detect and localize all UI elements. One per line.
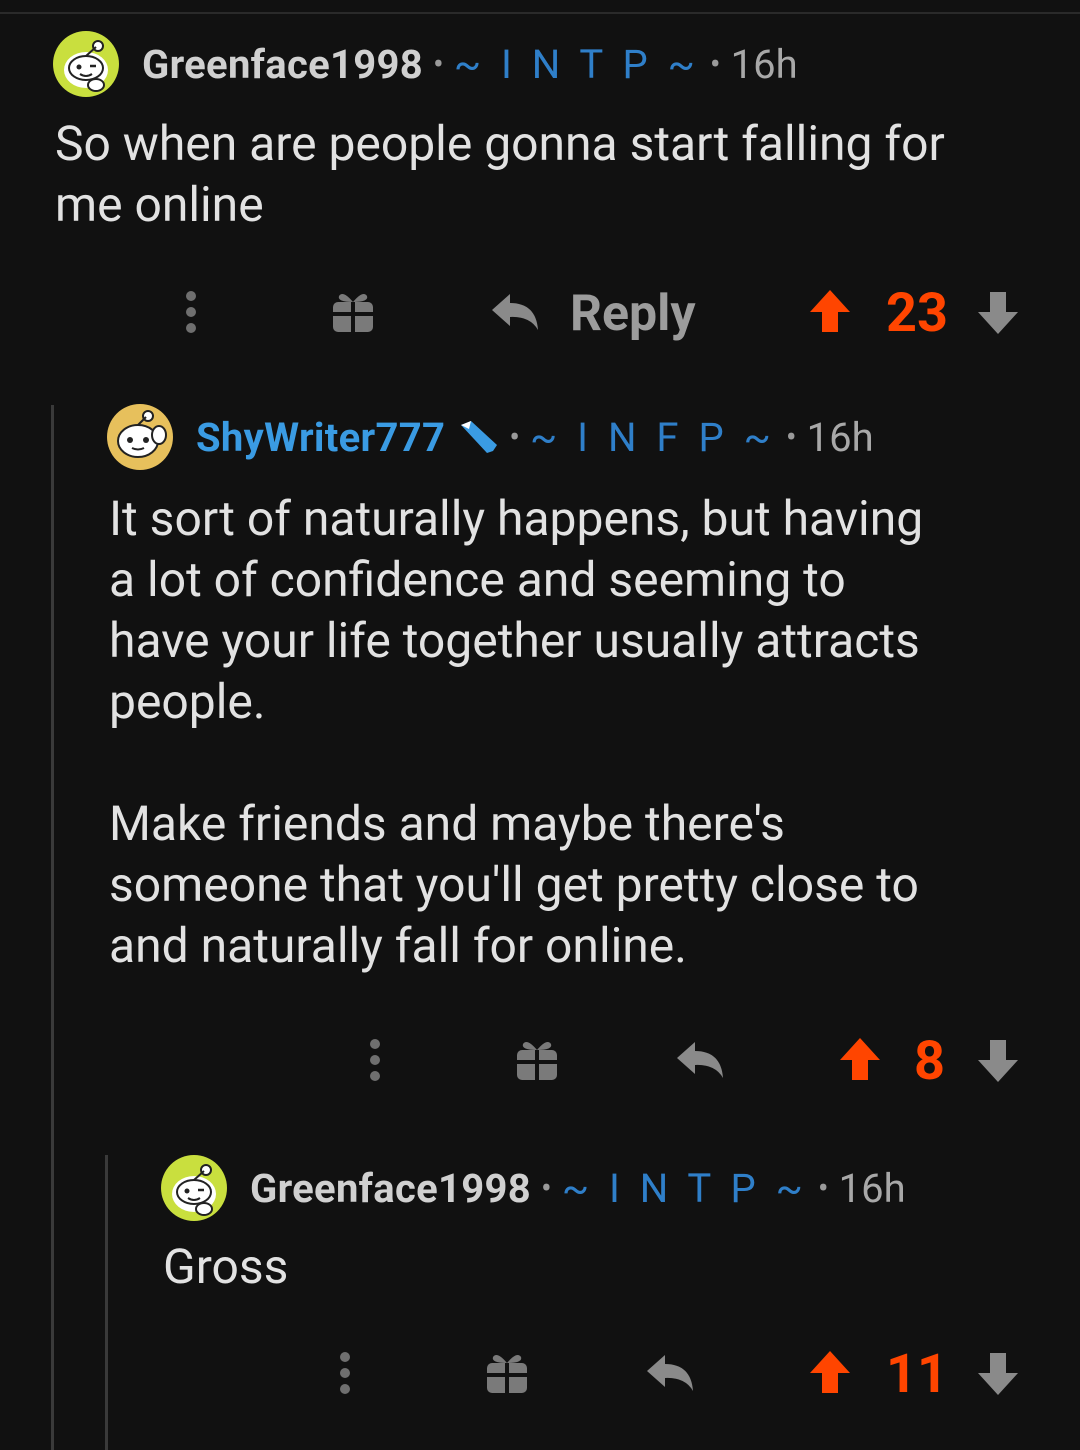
pencil-icon (461, 421, 498, 453)
comment-actions: 11 (0, 1343, 1080, 1406)
more-options-icon[interactable] (339, 1351, 351, 1395)
snoo-avatar-green-icon[interactable] (160, 1154, 228, 1222)
vote-score: 8 (914, 1030, 945, 1093)
comment-body: Gross (163, 1238, 289, 1295)
thread-line-level-1[interactable] (51, 405, 54, 1450)
separator-dot: • (509, 418, 521, 456)
more-options-icon[interactable] (369, 1038, 381, 1082)
snoo-avatar-green-icon[interactable] (52, 30, 120, 98)
vote-score: 23 (886, 282, 948, 345)
more-options-icon[interactable] (185, 290, 197, 334)
comment-meta: Greenface1998 • ~ I N T P ~ • 16h (52, 31, 798, 97)
username-op[interactable]: ShyWriter777 (196, 414, 445, 461)
username[interactable]: Greenface1998 (250, 1165, 531, 1212)
timestamp: 16h (838, 1164, 906, 1212)
reply-icon[interactable] (675, 1040, 725, 1080)
downvote-arrow-icon[interactable] (976, 290, 1020, 336)
comment-meta: Greenface1998 • ~ I N T P ~ • 16h (160, 1155, 906, 1221)
separator-dot: • (433, 45, 444, 83)
comment-body: It sort of naturally happens, but having… (109, 490, 924, 974)
snoo-avatar-yellow-icon[interactable] (106, 403, 174, 471)
gift-award-icon[interactable] (485, 1351, 529, 1395)
reply-icon[interactable] (490, 292, 540, 332)
user-flair: ~ I N T P ~ (561, 1164, 808, 1212)
reply-icon[interactable] (645, 1353, 695, 1393)
timestamp: 16h (806, 413, 874, 461)
separator-dot: • (817, 1169, 829, 1207)
separator-dot: • (541, 1169, 552, 1207)
gift-award-icon[interactable] (331, 290, 375, 334)
separator-dot: • (709, 45, 721, 83)
downvote-arrow-icon[interactable] (976, 1038, 1020, 1084)
comment-meta: ShyWriter777 • ~ I N F P ~ • 16h (106, 404, 874, 470)
comment-actions: Reply 23 (0, 282, 1080, 345)
gift-award-icon[interactable] (515, 1038, 559, 1082)
timestamp: 16h (730, 40, 798, 88)
thread-line-level-2[interactable] (105, 1155, 108, 1450)
top-divider (0, 12, 1080, 14)
username[interactable]: Greenface1998 (142, 41, 423, 88)
separator-dot: • (785, 418, 797, 456)
comment-body: So when are people gonna start falling f… (55, 115, 945, 233)
user-flair: ~ I N T P ~ (453, 40, 700, 88)
user-flair: ~ I N F P ~ (530, 413, 776, 461)
vote-score: 11 (886, 1343, 948, 1406)
comment-actions: 8 (0, 1030, 1080, 1093)
upvote-arrow-icon[interactable] (838, 1036, 882, 1082)
upvote-arrow-icon[interactable] (808, 288, 852, 334)
upvote-arrow-icon[interactable] (808, 1349, 852, 1395)
downvote-arrow-icon[interactable] (976, 1351, 1020, 1397)
reply-button[interactable]: Reply (570, 284, 696, 344)
